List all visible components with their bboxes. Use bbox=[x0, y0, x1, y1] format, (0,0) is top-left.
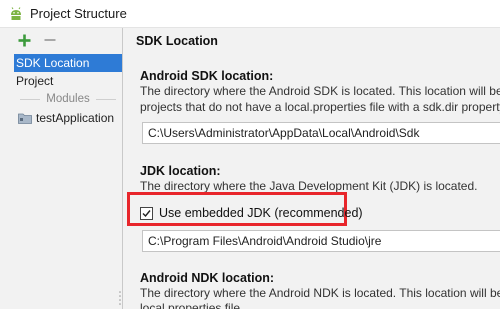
android-ndk-desc-line1: The directory where the Android NDK is l… bbox=[140, 286, 500, 300]
android-sdk-path-field[interactable]: C:\Users\Administrator\AppData\Local\And… bbox=[142, 122, 500, 144]
add-icon[interactable] bbox=[16, 32, 32, 48]
page-title: SDK Location bbox=[136, 34, 218, 48]
folder-icon bbox=[18, 112, 32, 124]
android-sdk-desc-line2: projects that do not have a local.proper… bbox=[140, 100, 500, 114]
android-ndk-desc-line2: local.properties file. bbox=[140, 301, 244, 309]
android-ndk-title: Android NDK location: bbox=[140, 271, 275, 285]
sidebar-item-module[interactable]: testApplication bbox=[14, 109, 122, 127]
sidebar-item-label: SDK Location bbox=[16, 56, 90, 70]
divider bbox=[95, 98, 116, 100]
title-bar: Project Structure bbox=[0, 0, 500, 28]
jdk-path-field[interactable]: C:\Program Files\Android\Android Studio\… bbox=[142, 230, 500, 252]
jdk-title: JDK location: bbox=[140, 164, 221, 178]
remove-icon[interactable] bbox=[42, 32, 58, 48]
android-sdk-desc-line1: The directory where the Android SDK is l… bbox=[140, 84, 500, 98]
sidebar-resize-grip[interactable] bbox=[118, 290, 122, 308]
divider bbox=[20, 98, 41, 100]
embedded-jdk-checkbox-row[interactable]: Use embedded JDK (recommended) bbox=[140, 206, 363, 220]
sidebar-toolbar bbox=[0, 28, 122, 52]
sidebar: SDK Location Project Modules testApplica… bbox=[0, 28, 123, 309]
project-structure-window: Project Structure SDK Location Project M… bbox=[0, 0, 500, 309]
window-title: Project Structure bbox=[30, 6, 127, 21]
checkmark-icon bbox=[142, 209, 151, 217]
android-sdk-title: Android SDK location: bbox=[140, 69, 274, 83]
sidebar-item-sdk-location[interactable]: SDK Location bbox=[14, 54, 122, 72]
sidebar-item-label: Project bbox=[16, 74, 54, 88]
embedded-jdk-checkbox-label: Use embedded JDK (recommended) bbox=[159, 206, 363, 220]
sidebar-item-project[interactable]: Project bbox=[14, 72, 122, 90]
modules-header-label: Modules bbox=[46, 93, 90, 105]
modules-header: Modules bbox=[14, 91, 122, 107]
main-panel: SDK Location Android SDK location: The d… bbox=[123, 28, 500, 309]
android-icon bbox=[8, 6, 24, 22]
embedded-jdk-checkbox[interactable] bbox=[140, 206, 153, 220]
sidebar-list: SDK Location Project Modules testApplica… bbox=[14, 54, 122, 127]
module-label: testApplication bbox=[36, 111, 115, 125]
